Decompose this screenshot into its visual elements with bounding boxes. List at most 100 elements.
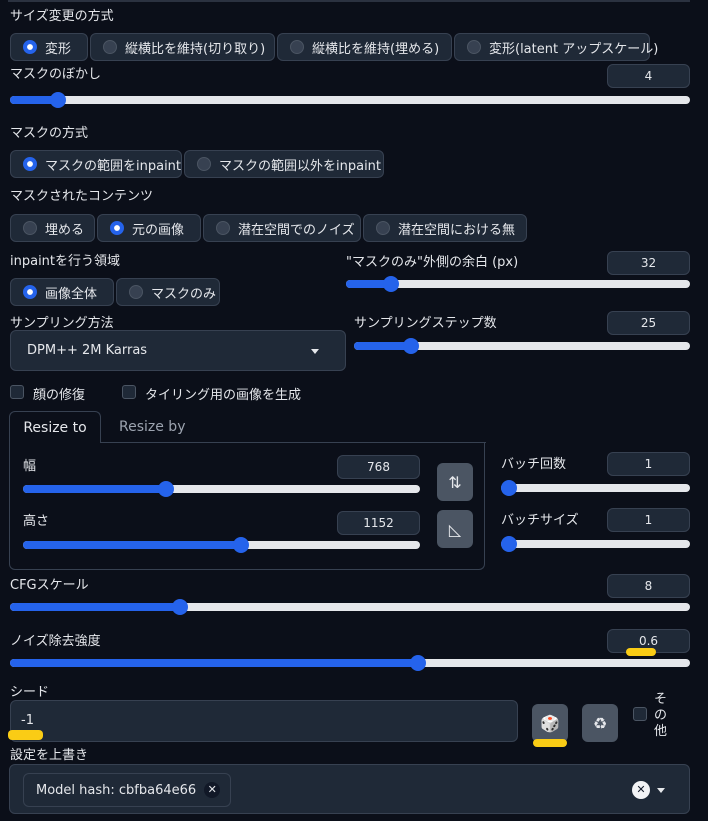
highlight-mark [533, 739, 567, 747]
slider-thumb[interactable] [382, 276, 399, 292]
radio-inpaint-not-masked[interactable]: マスクの範囲以外をinpaint [184, 150, 384, 178]
masked-content-radio-group: 埋める 元の画像 潜在空間でのノイズ 潜在空間における無 [10, 214, 527, 242]
height-label: 高さ [23, 514, 50, 529]
radio-dot [216, 221, 230, 235]
radio-resize-latent[interactable]: 変形(latent アップスケール) [454, 33, 658, 61]
radio-latent-noise[interactable]: 潜在空間でのノイズ [203, 214, 361, 242]
tiling-checkbox[interactable] [122, 385, 136, 399]
swap-dimensions-button[interactable]: ⇅ [437, 463, 473, 501]
height-slider[interactable] [23, 537, 420, 553]
slider-fill [23, 485, 166, 493]
radio-latent-nothing[interactable]: 潜在空間における無 [363, 214, 527, 242]
restore-faces-label: 顔の修復 [33, 388, 86, 403]
batch-size-input[interactable]: 1 [607, 508, 690, 532]
radio-label: マスクの範囲をinpaint [45, 158, 182, 174]
radio-dot [23, 285, 37, 299]
tiling-label: タイリング用の画像を生成 [145, 388, 302, 403]
sampling-method-value: DPM++ 2M Karras [27, 343, 148, 358]
width-label: 幅 [23, 459, 37, 474]
random-seed-button[interactable]: 🎲 [532, 704, 568, 742]
sampling-steps-label: サンプリングステップ数 [354, 316, 497, 331]
slider-thumb[interactable] [403, 338, 420, 354]
padding-input[interactable]: 32 [607, 251, 690, 275]
seed-input[interactable]: -1 [10, 700, 518, 742]
dice-icon: 🎲 [540, 713, 560, 733]
radio-fill[interactable]: 埋める [10, 214, 95, 242]
denoising-slider[interactable] [10, 655, 690, 671]
sampling-steps-input[interactable]: 25 [607, 311, 690, 335]
radio-label: 画像全体 [45, 286, 98, 302]
radio-dot [110, 221, 124, 235]
remove-chip-icon[interactable]: ✕ [204, 782, 221, 798]
restore-faces-checkbox[interactable] [10, 385, 24, 399]
highlight-mark [8, 730, 43, 740]
extra-label: その他 [654, 692, 668, 739]
swap-icon: ⇅ [448, 472, 462, 492]
chip-label: Model hash: cbfba64e66 [36, 782, 197, 798]
radio-label: 潜在空間でのノイズ [238, 222, 355, 238]
slider-thumb[interactable] [501, 480, 517, 496]
radio-resize-crop[interactable]: 縦横比を維持(切り取り) [90, 33, 275, 61]
radio-dot [23, 221, 37, 235]
resize-mode-radio-group: 変形 縦横比を維持(切り取り) 縦横比を維持(埋める) 変形(latent アッ… [10, 33, 658, 61]
mask-blur-slider[interactable] [10, 92, 690, 108]
slider-thumb[interactable] [49, 92, 66, 108]
sampling-method-dropdown[interactable]: DPM++ 2M Karras [10, 330, 346, 371]
seed-label: シード [10, 685, 50, 700]
mask-mode-label: マスクの方式 [10, 126, 89, 141]
slider-thumb[interactable] [501, 536, 517, 552]
radio-inpaint-masked[interactable]: マスクの範囲をinpaint [10, 150, 182, 178]
width-slider[interactable] [23, 481, 420, 497]
radio-only-masked[interactable]: マスクのみ [116, 278, 220, 306]
tab-resize-to[interactable]: Resize to [9, 411, 101, 443]
padding-slider[interactable] [346, 276, 690, 292]
denoising-label: ノイズ除去強度 [10, 634, 101, 649]
radio-dot [197, 157, 211, 171]
batch-size-slider[interactable] [501, 536, 690, 552]
batch-count-input[interactable]: 1 [607, 452, 690, 476]
width-input[interactable]: 768 [337, 455, 420, 479]
radio-label: 埋める [45, 222, 85, 238]
radio-resize-just[interactable]: 変形 [10, 33, 88, 61]
highlight-mark [626, 648, 656, 656]
radio-dot [129, 285, 143, 299]
radio-original[interactable]: 元の画像 [97, 214, 201, 242]
radio-label: マスクの範囲以外をinpaint [219, 158, 382, 174]
slider-thumb[interactable] [157, 481, 174, 497]
cfg-scale-label: CFGスケール [10, 578, 89, 593]
cfg-scale-slider[interactable] [10, 599, 690, 615]
sampling-steps-slider[interactable] [354, 338, 690, 354]
slider-fill [10, 659, 418, 667]
reuse-seed-button[interactable]: ♻ [582, 704, 618, 742]
radio-resize-fill[interactable]: 縦横比を維持(埋める) [277, 33, 452, 61]
radio-dot [290, 40, 304, 54]
top-divider [8, 0, 690, 2]
mask-blur-label: マスクのぼかし [10, 67, 102, 82]
override-settings-label: 設定を上書き [10, 748, 89, 763]
slider-thumb[interactable] [172, 599, 188, 615]
resize-mode-label: サイズ変更の方式 [10, 9, 114, 24]
clear-icon[interactable]: ✕ [632, 781, 650, 799]
masked-content-label: マスクされたコンテンツ [10, 189, 154, 204]
radio-label: 変形 [45, 41, 72, 57]
height-input[interactable]: 1152 [337, 511, 420, 535]
override-settings-field[interactable]: Model hash: cbfba64e66 ✕ ✕ [9, 764, 690, 814]
radio-label: 元の画像 [132, 222, 185, 238]
radio-dot [23, 157, 37, 171]
mask-blur-input[interactable]: 4 [607, 64, 690, 88]
chevron-down-icon[interactable] [657, 788, 665, 793]
cfg-scale-input[interactable]: 8 [607, 574, 690, 598]
radio-label: マスクのみ [151, 286, 217, 302]
slider-fill [23, 541, 242, 549]
seed-value: -1 [21, 713, 34, 728]
slider-thumb[interactable] [410, 655, 426, 671]
radio-label: 縦横比を維持(埋める) [312, 41, 440, 57]
radio-whole-picture[interactable]: 画像全体 [10, 278, 114, 306]
aspect-ratio-button[interactable]: ◺ [437, 510, 473, 548]
batch-size-label: バッチサイズ [501, 513, 579, 528]
batch-count-label: バッチ回数 [501, 457, 567, 472]
radio-dot [376, 221, 390, 235]
tab-resize-by[interactable]: Resize by [119, 419, 185, 435]
batch-count-slider[interactable] [501, 480, 690, 496]
extra-checkbox[interactable] [633, 707, 647, 721]
